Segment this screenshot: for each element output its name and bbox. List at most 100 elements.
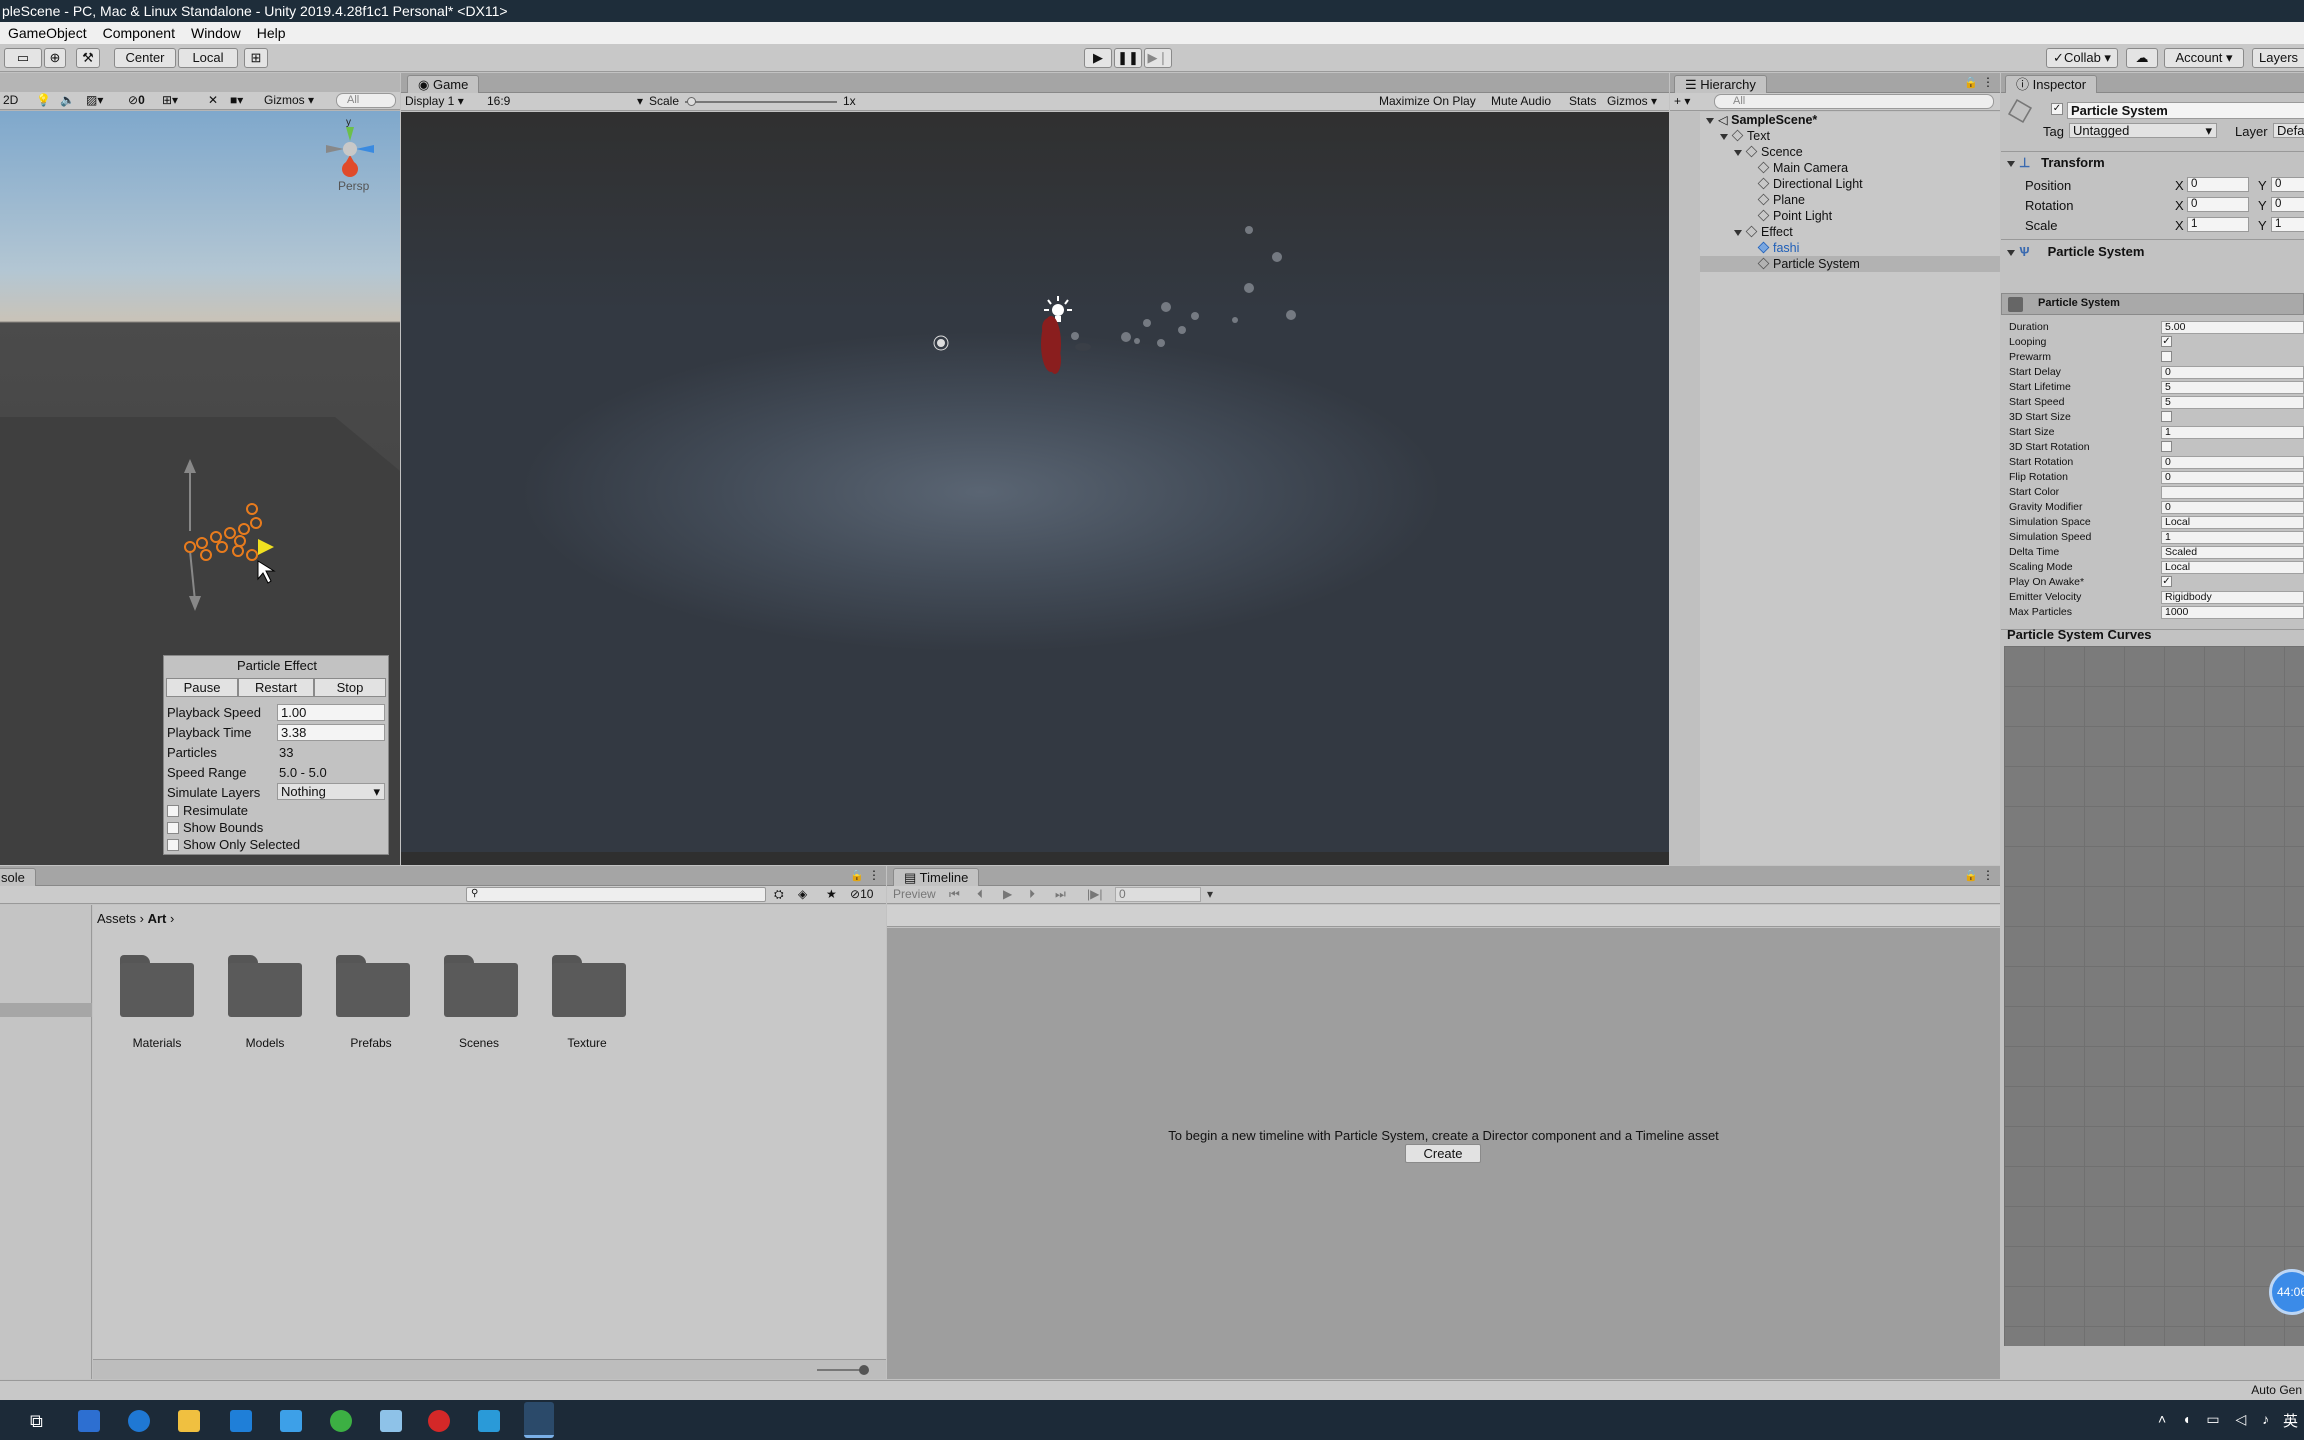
lighting-icon[interactable]: 💡 — [36, 92, 51, 109]
scale-y-input[interactable]: 1 — [2271, 217, 2304, 232]
show-only-selected-checkbox[interactable] — [167, 839, 179, 851]
folder-models[interactable] — [228, 955, 302, 1017]
ps-field-input[interactable]: 1000 — [2161, 606, 2304, 619]
create-dropdown[interactable]: + ▾ — [1674, 93, 1690, 110]
ps-field-input[interactable]: 0 — [2161, 456, 2304, 469]
ps-field-input[interactable]: Rigidbody — [2161, 591, 2304, 604]
tab-game[interactable]: ◉ Game — [407, 75, 480, 93]
folder-materials[interactable] — [120, 955, 194, 1017]
grid-snap-button[interactable]: ⊞ — [244, 48, 268, 68]
scene-gizmos-dropdown[interactable]: Gizmos ▾ — [264, 92, 314, 109]
lock-icon[interactable]: 🔒 — [1964, 869, 1978, 882]
pause-effect-button[interactable]: Pause — [166, 678, 238, 697]
ps-field-input[interactable]: 1 — [2161, 426, 2304, 439]
scale-x-input[interactable]: 1 — [2187, 217, 2249, 232]
orientation-gizmo[interactable]: y Persp — [316, 117, 390, 199]
hierarchy-item-text[interactable]: Text — [1720, 128, 1770, 144]
hierarchy-search-input[interactable]: All — [1714, 94, 1994, 109]
audio-icon[interactable]: 🔈 — [60, 92, 75, 109]
input-method-icon[interactable]: 英 — [2283, 1410, 2298, 1431]
ps-field-input[interactable]: 5 — [2161, 381, 2304, 394]
play-button[interactable]: ▶ — [1084, 48, 1112, 68]
tab-timeline[interactable]: ▤ Timeline — [893, 868, 980, 886]
stop-effect-button[interactable]: Stop — [314, 678, 386, 697]
stats-toggle[interactable]: Stats — [1569, 93, 1596, 110]
icon-size-slider[interactable] — [817, 1369, 865, 1371]
tools-icon[interactable]: ✕ — [208, 92, 218, 109]
layers-dropdown[interactable]: Layers — [2252, 48, 2304, 68]
edge-browser-icon[interactable] — [128, 1410, 150, 1432]
mute-audio-toggle[interactable]: Mute Audio — [1491, 93, 1551, 110]
folder-texture[interactable] — [552, 955, 626, 1017]
game-viewport[interactable] — [401, 112, 1669, 865]
transform-tool-button[interactable]: ⊕ — [44, 48, 66, 68]
object-name-input[interactable]: Particle System — [2067, 102, 2304, 119]
ps-field-input[interactable]: 5.00 — [2161, 321, 2304, 334]
filter-type-icon[interactable]: ⛭ — [774, 886, 784, 903]
filter-label-icon[interactable]: ◈ — [798, 886, 807, 903]
ps-field-checkbox[interactable]: ✓ — [2161, 336, 2172, 347]
selected-tree-item[interactable] — [0, 1003, 92, 1017]
game-gizmos-dropdown[interactable]: Gizmos ▾ — [1607, 93, 1657, 110]
ps-field-input[interactable]: Local — [2161, 516, 2304, 529]
pivot-center-button[interactable]: Center — [114, 48, 176, 68]
hierarchy-item-effect[interactable]: Effect — [1734, 224, 1793, 240]
hierarchy-item-main-camera[interactable]: Main Camera — [1757, 160, 1848, 176]
hierarchy-item-point-light[interactable]: Point Light — [1757, 208, 1832, 224]
grid-icon[interactable]: ⊞▾ — [162, 92, 178, 109]
rect-tool-button[interactable]: ▭ — [4, 48, 42, 68]
previous-frame-icon[interactable]: ⏴ — [977, 886, 983, 903]
hierarchy-item-plane[interactable]: Plane — [1757, 192, 1805, 208]
camera-icon[interactable]: ■▾ — [230, 92, 243, 109]
resimulate-checkbox[interactable] — [167, 805, 179, 817]
scene-search-input[interactable]: All — [336, 93, 396, 108]
next-frame-icon[interactable]: ⏵ — [1029, 886, 1035, 903]
aspect-dropdown[interactable]: 16:9 ▾ — [487, 93, 643, 110]
simulate-layers-dropdown[interactable]: Nothing ▾ — [277, 783, 385, 800]
tab-console[interactable]: sole — [0, 868, 36, 886]
curves-editor[interactable] — [2004, 646, 2304, 1346]
mail-icon[interactable] — [280, 1410, 302, 1432]
play-timeline-icon[interactable]: ▶ — [1003, 886, 1012, 903]
notes-icon[interactable] — [380, 1410, 402, 1432]
kebab-menu-icon[interactable]: ⋮ — [1982, 868, 1994, 882]
scale-slider[interactable] — [685, 101, 837, 103]
persp-label[interactable]: Persp — [338, 179, 369, 193]
task-view-icon[interactable]: ⧉ — [30, 1410, 52, 1432]
play-range-icon[interactable]: |▶| — [1087, 886, 1102, 903]
project-search-input[interactable]: ⚲ — [466, 887, 766, 902]
netease-music-icon[interactable] — [428, 1410, 450, 1432]
kebab-menu-icon[interactable]: ⋮ — [1982, 75, 1994, 89]
app-icon[interactable] — [78, 1410, 100, 1432]
hierarchy-item-fashi[interactable]: fashi — [1757, 240, 1799, 256]
scale-slider-thumb[interactable] — [687, 97, 696, 106]
maximize-on-play-toggle[interactable]: Maximize On Play — [1379, 93, 1476, 110]
menu-window[interactable]: Window — [183, 22, 249, 44]
restart-effect-button[interactable]: Restart — [238, 678, 314, 697]
hierarchy-item-directional-light[interactable]: Directional Light — [1757, 176, 1863, 192]
custom-tool-button[interactable]: ⚒ — [76, 48, 100, 68]
ps-field-input[interactable] — [2161, 486, 2304, 499]
cloud-icon[interactable]: ☁ — [2126, 48, 2158, 68]
hierarchy-item-particle-system[interactable]: Particle System — [1670, 256, 2000, 272]
hierarchy-item-scence[interactable]: Scence — [1734, 144, 1803, 160]
breadcrumb-art[interactable]: Art — [148, 911, 167, 926]
tag-dropdown[interactable]: Untagged ▾ — [2069, 123, 2217, 138]
frame-input[interactable]: 0 — [1115, 887, 1201, 902]
ps-field-input[interactable]: 0 — [2161, 366, 2304, 379]
store-icon[interactable] — [230, 1410, 252, 1432]
create-timeline-button[interactable]: Create — [1405, 1144, 1481, 1163]
editor-icon[interactable] — [478, 1410, 500, 1432]
2d-toggle[interactable]: 2D — [3, 92, 18, 109]
active-checkbox[interactable]: ✓ — [2051, 103, 2063, 115]
folder-prefabs[interactable] — [336, 955, 410, 1017]
ps-field-input[interactable]: 0 — [2161, 501, 2304, 514]
ps-field-input[interactable]: Local — [2161, 561, 2304, 574]
ps-field-input[interactable]: 5 — [2161, 396, 2304, 409]
folder-scenes[interactable] — [444, 955, 518, 1017]
favorite-icon[interactable]: ★ — [826, 886, 837, 903]
lock-icon[interactable]: 🔒 — [1964, 76, 1978, 89]
rotation-y-input[interactable]: 0 — [2271, 197, 2304, 212]
account-dropdown[interactable]: Account ▾ — [2164, 48, 2244, 68]
ps-field-checkbox[interactable] — [2161, 441, 2172, 452]
